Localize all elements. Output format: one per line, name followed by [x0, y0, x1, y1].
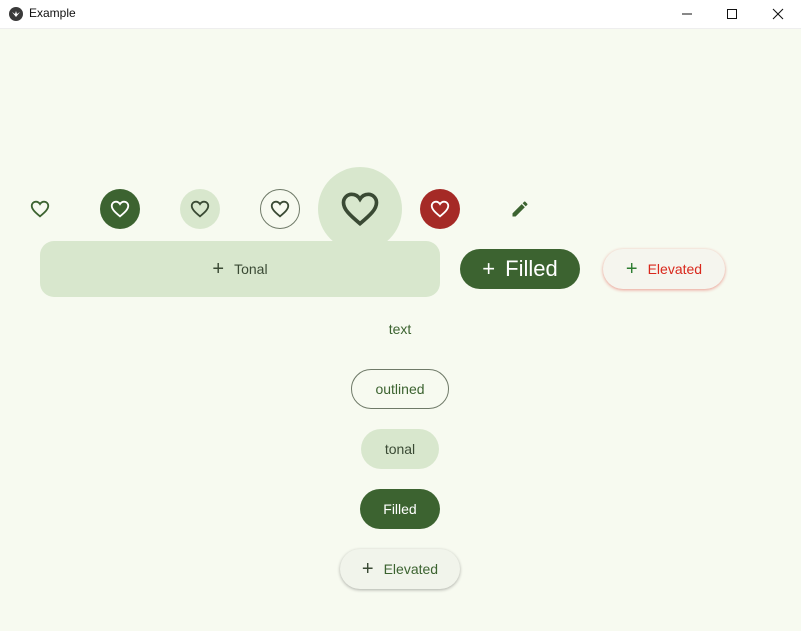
heart-outline-icon	[430, 200, 450, 218]
heart-error-icon-button[interactable]	[420, 189, 460, 229]
filled-large-button-label: Filled	[505, 256, 558, 281]
app-logo-icon	[9, 7, 23, 21]
elevated-button-label: Elevated	[383, 561, 439, 577]
outlined-button[interactable]: outlined	[351, 369, 449, 409]
filled-button-label: Filled	[383, 501, 417, 517]
heart-outline-icon	[341, 192, 379, 227]
elevated-red-button[interactable]: + Elevated	[603, 249, 725, 289]
tonal-button[interactable]: tonal	[361, 429, 439, 469]
maximize-icon	[727, 9, 737, 19]
elevated-red-button-label: Elevated	[647, 261, 703, 277]
close-icon	[772, 8, 784, 20]
heart-outlined-icon-button[interactable]	[260, 189, 300, 229]
filled-button[interactable]: Filled	[360, 489, 440, 529]
heart-tonal-icon-button[interactable]	[180, 189, 220, 229]
plus-icon: +	[212, 258, 225, 280]
elevated-button[interactable]: + Elevated	[340, 549, 460, 589]
heart-outline-icon	[190, 200, 210, 218]
outlined-button-label: outlined	[375, 381, 425, 397]
heart-outline-icon	[270, 200, 290, 218]
minimize-button[interactable]	[663, 0, 709, 28]
tonal-wide-button-label: Tonal	[234, 261, 268, 277]
tonal-button-label: tonal	[384, 441, 416, 457]
plus-icon: +	[625, 258, 638, 280]
plus-icon: +	[361, 558, 374, 580]
close-button[interactable]	[754, 0, 800, 28]
maximize-button[interactable]	[708, 0, 754, 28]
filled-large-button[interactable]: + Filled	[460, 249, 580, 289]
heart-outline-icon	[30, 200, 50, 218]
plus-icon: +	[482, 256, 496, 281]
minimize-icon	[682, 13, 692, 15]
heart-large-tonal-icon-button[interactable]	[318, 167, 402, 251]
window-title: Example	[29, 6, 76, 20]
heart-standard-icon-button[interactable]	[20, 189, 60, 229]
text-button-label: text	[388, 321, 412, 337]
heart-outline-icon	[110, 200, 130, 218]
window-titlebar: Example	[0, 0, 801, 29]
edit-icon-button[interactable]	[500, 189, 540, 229]
app-content: + Tonal + Filled + Elevated text outline…	[0, 29, 801, 631]
tonal-wide-button[interactable]: + Tonal	[40, 241, 440, 297]
text-button[interactable]: text	[370, 309, 430, 349]
pencil-icon	[512, 201, 528, 217]
heart-filled-icon-button[interactable]	[100, 189, 140, 229]
